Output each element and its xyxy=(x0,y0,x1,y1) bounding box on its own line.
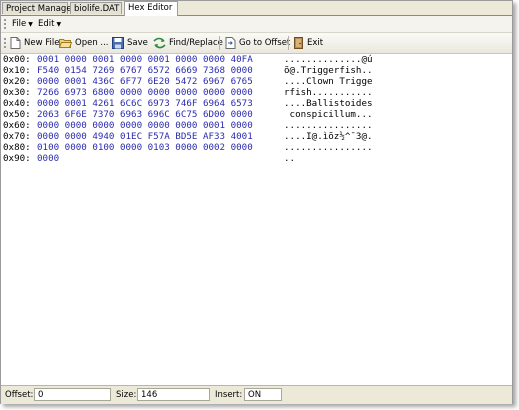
row-hex-bytes[interactable]: 0000 0000 0000 0000 0000 0000 0001 0000 xyxy=(37,120,253,131)
size-field: 146 xyxy=(137,388,210,401)
row-hex-bytes[interactable]: 0100 0000 0100 0000 0103 0000 0002 0000 xyxy=(37,142,253,153)
tab-hex-editor[interactable]: Hex Editor xyxy=(124,1,178,16)
save-icon xyxy=(112,37,124,49)
open-label: Open ... xyxy=(75,38,109,48)
row-offset: 0x00: xyxy=(3,54,31,65)
exit-icon xyxy=(294,37,303,49)
new-file-icon xyxy=(10,37,21,49)
hex-row: 0x10: F540 0154 7269 6767 6572 6669 7368 … xyxy=(3,65,373,76)
menu-bar: File ▼ Edit ▼ xyxy=(1,16,512,33)
hex-view[interactable]: 0x00: 0001 0000 0001 0000 0001 0000 0000 … xyxy=(1,54,512,384)
exit-button[interactable]: Exit xyxy=(293,36,323,50)
find-replace-button[interactable]: Find/Replace xyxy=(153,36,223,50)
hex-row: 0x50: 2063 6F6E 7370 6963 696C 6C75 6D00 … xyxy=(3,109,373,120)
hex-editor-window: Project Manager biolife.DAT Hex Editor F… xyxy=(0,0,513,404)
row-offset: 0x60: xyxy=(3,120,31,131)
row-offset: 0x30: xyxy=(3,87,31,98)
row-hex-bytes[interactable]: 0001 0000 0001 0000 0001 0000 0000 40FA xyxy=(37,54,253,65)
row-ascii[interactable]: ................ xyxy=(284,120,373,131)
row-hex-bytes[interactable]: 0000 0001 4261 6C6C 6973 746F 6964 6573 xyxy=(37,98,253,109)
menu-edit[interactable]: Edit ▼ xyxy=(38,18,61,30)
row-ascii[interactable]: ....Clown Trigge xyxy=(284,76,373,87)
hex-row: 0x60: 0000 0000 0000 0000 0000 0000 0001 … xyxy=(3,120,373,131)
row-hex-bytes[interactable]: 7266 6973 6800 0000 0000 0000 0000 0000 xyxy=(37,87,253,98)
exit-label: Exit xyxy=(307,38,324,48)
row-hex-bytes[interactable]: 0000 xyxy=(37,153,59,164)
menu-grip xyxy=(4,19,8,29)
new-file-button[interactable]: New File xyxy=(10,36,59,50)
open-folder-icon xyxy=(59,39,72,48)
menu-file-label: File xyxy=(12,19,27,29)
chevron-down-icon: ▼ xyxy=(28,21,33,28)
row-ascii[interactable]: õ@.Triggerfish.. xyxy=(284,65,373,76)
row-offset: 0x90: xyxy=(3,153,31,164)
hex-row: 0x30: 7266 6973 6800 0000 0000 0000 0000 … xyxy=(3,87,373,98)
toolbar: New File Open ... Save Find/Replace Go t… xyxy=(1,33,512,54)
tab-biolife-dat[interactable]: biolife.DAT xyxy=(70,2,122,14)
row-ascii[interactable]: ....Ballistoides xyxy=(284,98,373,109)
status-bar: Offset: 0 Size: 146 Insert: ON xyxy=(1,385,512,404)
row-offset: 0x70: xyxy=(3,131,31,142)
find-replace-icon xyxy=(153,37,166,49)
new-file-label: New File xyxy=(24,38,60,48)
insert-label: Insert: xyxy=(215,390,243,400)
menu-edit-label: Edit xyxy=(38,19,55,29)
toolbar-grip xyxy=(4,38,8,48)
hex-row: 0x20: 0000 0001 436C 6F77 6E20 5472 6967 … xyxy=(3,76,373,87)
open-button[interactable]: Open ... xyxy=(59,36,109,50)
tab-strip: Project Manager biolife.DAT Hex Editor xyxy=(1,1,512,16)
menu-file[interactable]: File ▼ xyxy=(12,18,33,30)
hex-row: 0x00: 0001 0000 0001 0000 0001 0000 0000 … xyxy=(3,54,373,65)
row-ascii[interactable]: ..............@ú xyxy=(284,54,373,65)
save-label: Save xyxy=(127,38,148,48)
offset-label: Offset: xyxy=(5,390,34,400)
row-hex-bytes[interactable]: 2063 6F6E 7370 6963 696C 6C75 6D00 0000 xyxy=(37,109,253,120)
row-ascii[interactable]: rfish........... xyxy=(284,87,373,98)
go-to-offset-icon xyxy=(225,37,236,49)
row-ascii[interactable]: ................ xyxy=(284,142,373,153)
row-ascii[interactable]: conspicillum... xyxy=(284,109,373,120)
go-to-offset-label: Go to Offset xyxy=(239,38,291,48)
save-button[interactable]: Save xyxy=(112,36,148,50)
hex-row: 0x40: 0000 0001 4261 6C6C 6973 746F 6964 … xyxy=(3,98,373,109)
find-replace-label: Find/Replace xyxy=(169,38,223,48)
offset-field[interactable]: 0 xyxy=(34,388,111,401)
row-offset: 0x20: xyxy=(3,76,31,87)
toolbar-separator xyxy=(288,36,289,50)
go-to-offset-button[interactable]: Go to Offset xyxy=(225,36,290,50)
row-ascii[interactable]: .. xyxy=(284,153,295,164)
row-hex-bytes[interactable]: 0000 0000 4940 01EC F57A BD5E AF33 4001 xyxy=(37,131,253,142)
chevron-down-icon: ▼ xyxy=(56,21,62,28)
tab-project-manager[interactable]: Project Manager xyxy=(2,2,75,14)
insert-mode-field[interactable]: ON xyxy=(244,388,282,401)
row-offset: 0x40: xyxy=(3,98,31,109)
hex-row: 0x80: 0100 0000 0100 0000 0103 0000 0002 … xyxy=(3,142,373,153)
row-hex-bytes[interactable]: F540 0154 7269 6767 6572 6669 7368 0000 xyxy=(37,65,253,76)
hex-row: 0x90: 0000.. xyxy=(3,153,295,164)
row-offset: 0x80: xyxy=(3,142,31,153)
hex-row: 0x70: 0000 0000 4940 01EC F57A BD5E AF33 … xyxy=(3,131,373,142)
row-hex-bytes[interactable]: 0000 0001 436C 6F77 6E20 5472 6967 6765 xyxy=(37,76,253,87)
row-offset: 0x50: xyxy=(3,109,31,120)
toolbar-separator xyxy=(219,36,220,50)
row-ascii[interactable]: ....I@.ìõz½^¯3@. xyxy=(284,131,373,142)
row-offset: 0x10: xyxy=(3,65,31,76)
size-label: Size: xyxy=(116,390,137,400)
